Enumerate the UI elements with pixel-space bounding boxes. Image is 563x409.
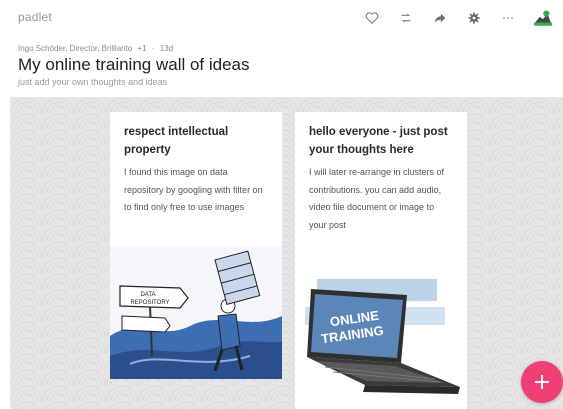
post-body: I found this image on data repository by… bbox=[124, 167, 263, 212]
post-image: ONLINE TRAINING bbox=[295, 267, 467, 409]
post-image: DATA REPOSITORY bbox=[110, 246, 282, 379]
wall-meta: Ingo Schöder, Director, Brillianto +1 · … bbox=[18, 44, 176, 53]
gear-icon[interactable] bbox=[464, 8, 484, 28]
padlet-wall: respect intellectual property I found th… bbox=[10, 97, 563, 409]
contributors-count: +1 bbox=[137, 44, 147, 53]
post-title: hello everyone - just post your thoughts… bbox=[309, 126, 448, 156]
post-body: I will later re-arrange in clusters of c… bbox=[309, 167, 445, 230]
heart-icon[interactable] bbox=[362, 8, 382, 28]
top-bar: padlet bbox=[0, 0, 563, 36]
share-icon[interactable] bbox=[430, 8, 450, 28]
sign-line-1: DATA bbox=[140, 292, 155, 298]
post-title: respect intellectual property bbox=[124, 126, 229, 156]
wall-age: 13d bbox=[159, 44, 174, 53]
meta-separator: · bbox=[151, 44, 155, 53]
remake-icon[interactable] bbox=[396, 8, 416, 28]
page-title: My online training wall of ideas bbox=[18, 55, 250, 74]
post-card[interactable]: respect intellectual property I found th… bbox=[110, 112, 282, 379]
more-icon[interactable] bbox=[498, 8, 518, 28]
page-subtitle: just add your own thoughts and ideas bbox=[18, 77, 168, 87]
post-card[interactable]: hello everyone - just post your thoughts… bbox=[295, 112, 467, 409]
sign-line-2: REPOSITORY bbox=[130, 300, 169, 306]
add-post-button[interactable]: + bbox=[521, 361, 563, 403]
app-logo[interactable]: padlet bbox=[18, 10, 52, 24]
author-name[interactable]: Ingo Schöder, Director, Brillianto bbox=[18, 44, 132, 53]
avatar-icon[interactable] bbox=[531, 8, 555, 28]
